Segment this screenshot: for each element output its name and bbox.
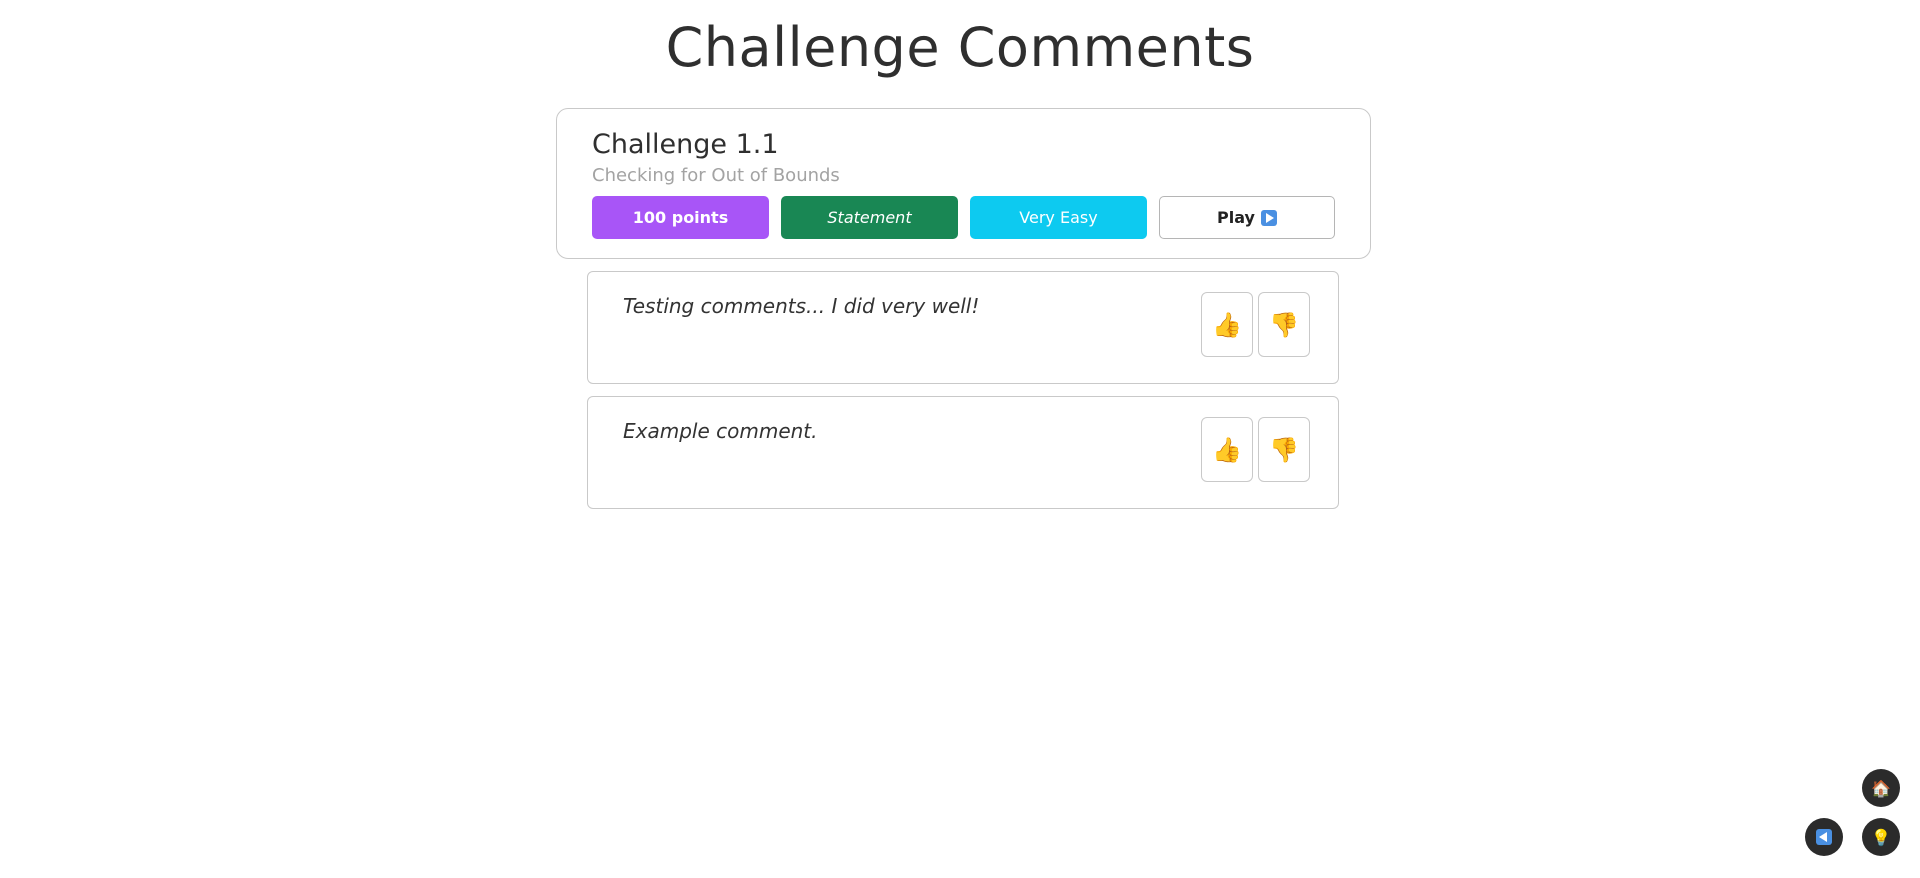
play-button-label: Play bbox=[1217, 208, 1255, 227]
challenge-description: Checking for Out of Bounds bbox=[592, 165, 840, 186]
thumbs-up-icon: 👍 bbox=[1212, 310, 1242, 339]
thumbs-down-button[interactable]: 👎 bbox=[1258, 292, 1310, 357]
page-title: Challenge Comments bbox=[665, 16, 1255, 79]
play-button[interactable]: Play bbox=[1159, 196, 1335, 239]
home-button[interactable]: 🏠 bbox=[1862, 769, 1900, 807]
statement-button[interactable]: Statement bbox=[781, 196, 958, 239]
page: Challenge Comments Challenge 1.1 Checkin… bbox=[0, 0, 1920, 878]
back-button[interactable] bbox=[1805, 818, 1843, 856]
challenge-card: Challenge 1.1 Checking for Out of Bounds… bbox=[556, 108, 1371, 259]
thumbs-up-button[interactable]: 👍 bbox=[1201, 417, 1253, 482]
points-button[interactable]: 100 points bbox=[592, 196, 769, 239]
comment-card: Example comment. 👍 👎 bbox=[587, 396, 1339, 509]
play-icon bbox=[1260, 209, 1277, 226]
thumbs-up-button[interactable]: 👍 bbox=[1201, 292, 1253, 357]
challenge-name: Challenge 1.1 bbox=[592, 129, 779, 160]
lightbulb-icon: 💡 bbox=[1871, 827, 1891, 847]
thumbs-down-icon: 👎 bbox=[1269, 310, 1299, 339]
comment-card: Testing comments... I did very well! 👍 👎 bbox=[587, 271, 1339, 384]
difficulty-button[interactable]: Very Easy bbox=[970, 196, 1147, 239]
hint-button[interactable]: 💡 bbox=[1862, 818, 1900, 856]
thumbs-down-button[interactable]: 👎 bbox=[1258, 417, 1310, 482]
thumbs-down-icon: 👎 bbox=[1269, 435, 1299, 464]
thumbs-up-icon: 👍 bbox=[1212, 435, 1242, 464]
back-icon bbox=[1816, 829, 1832, 845]
comment-text: Testing comments... I did very well! bbox=[623, 294, 980, 318]
home-icon: 🏠 bbox=[1871, 778, 1891, 798]
comment-text: Example comment. bbox=[623, 419, 818, 443]
